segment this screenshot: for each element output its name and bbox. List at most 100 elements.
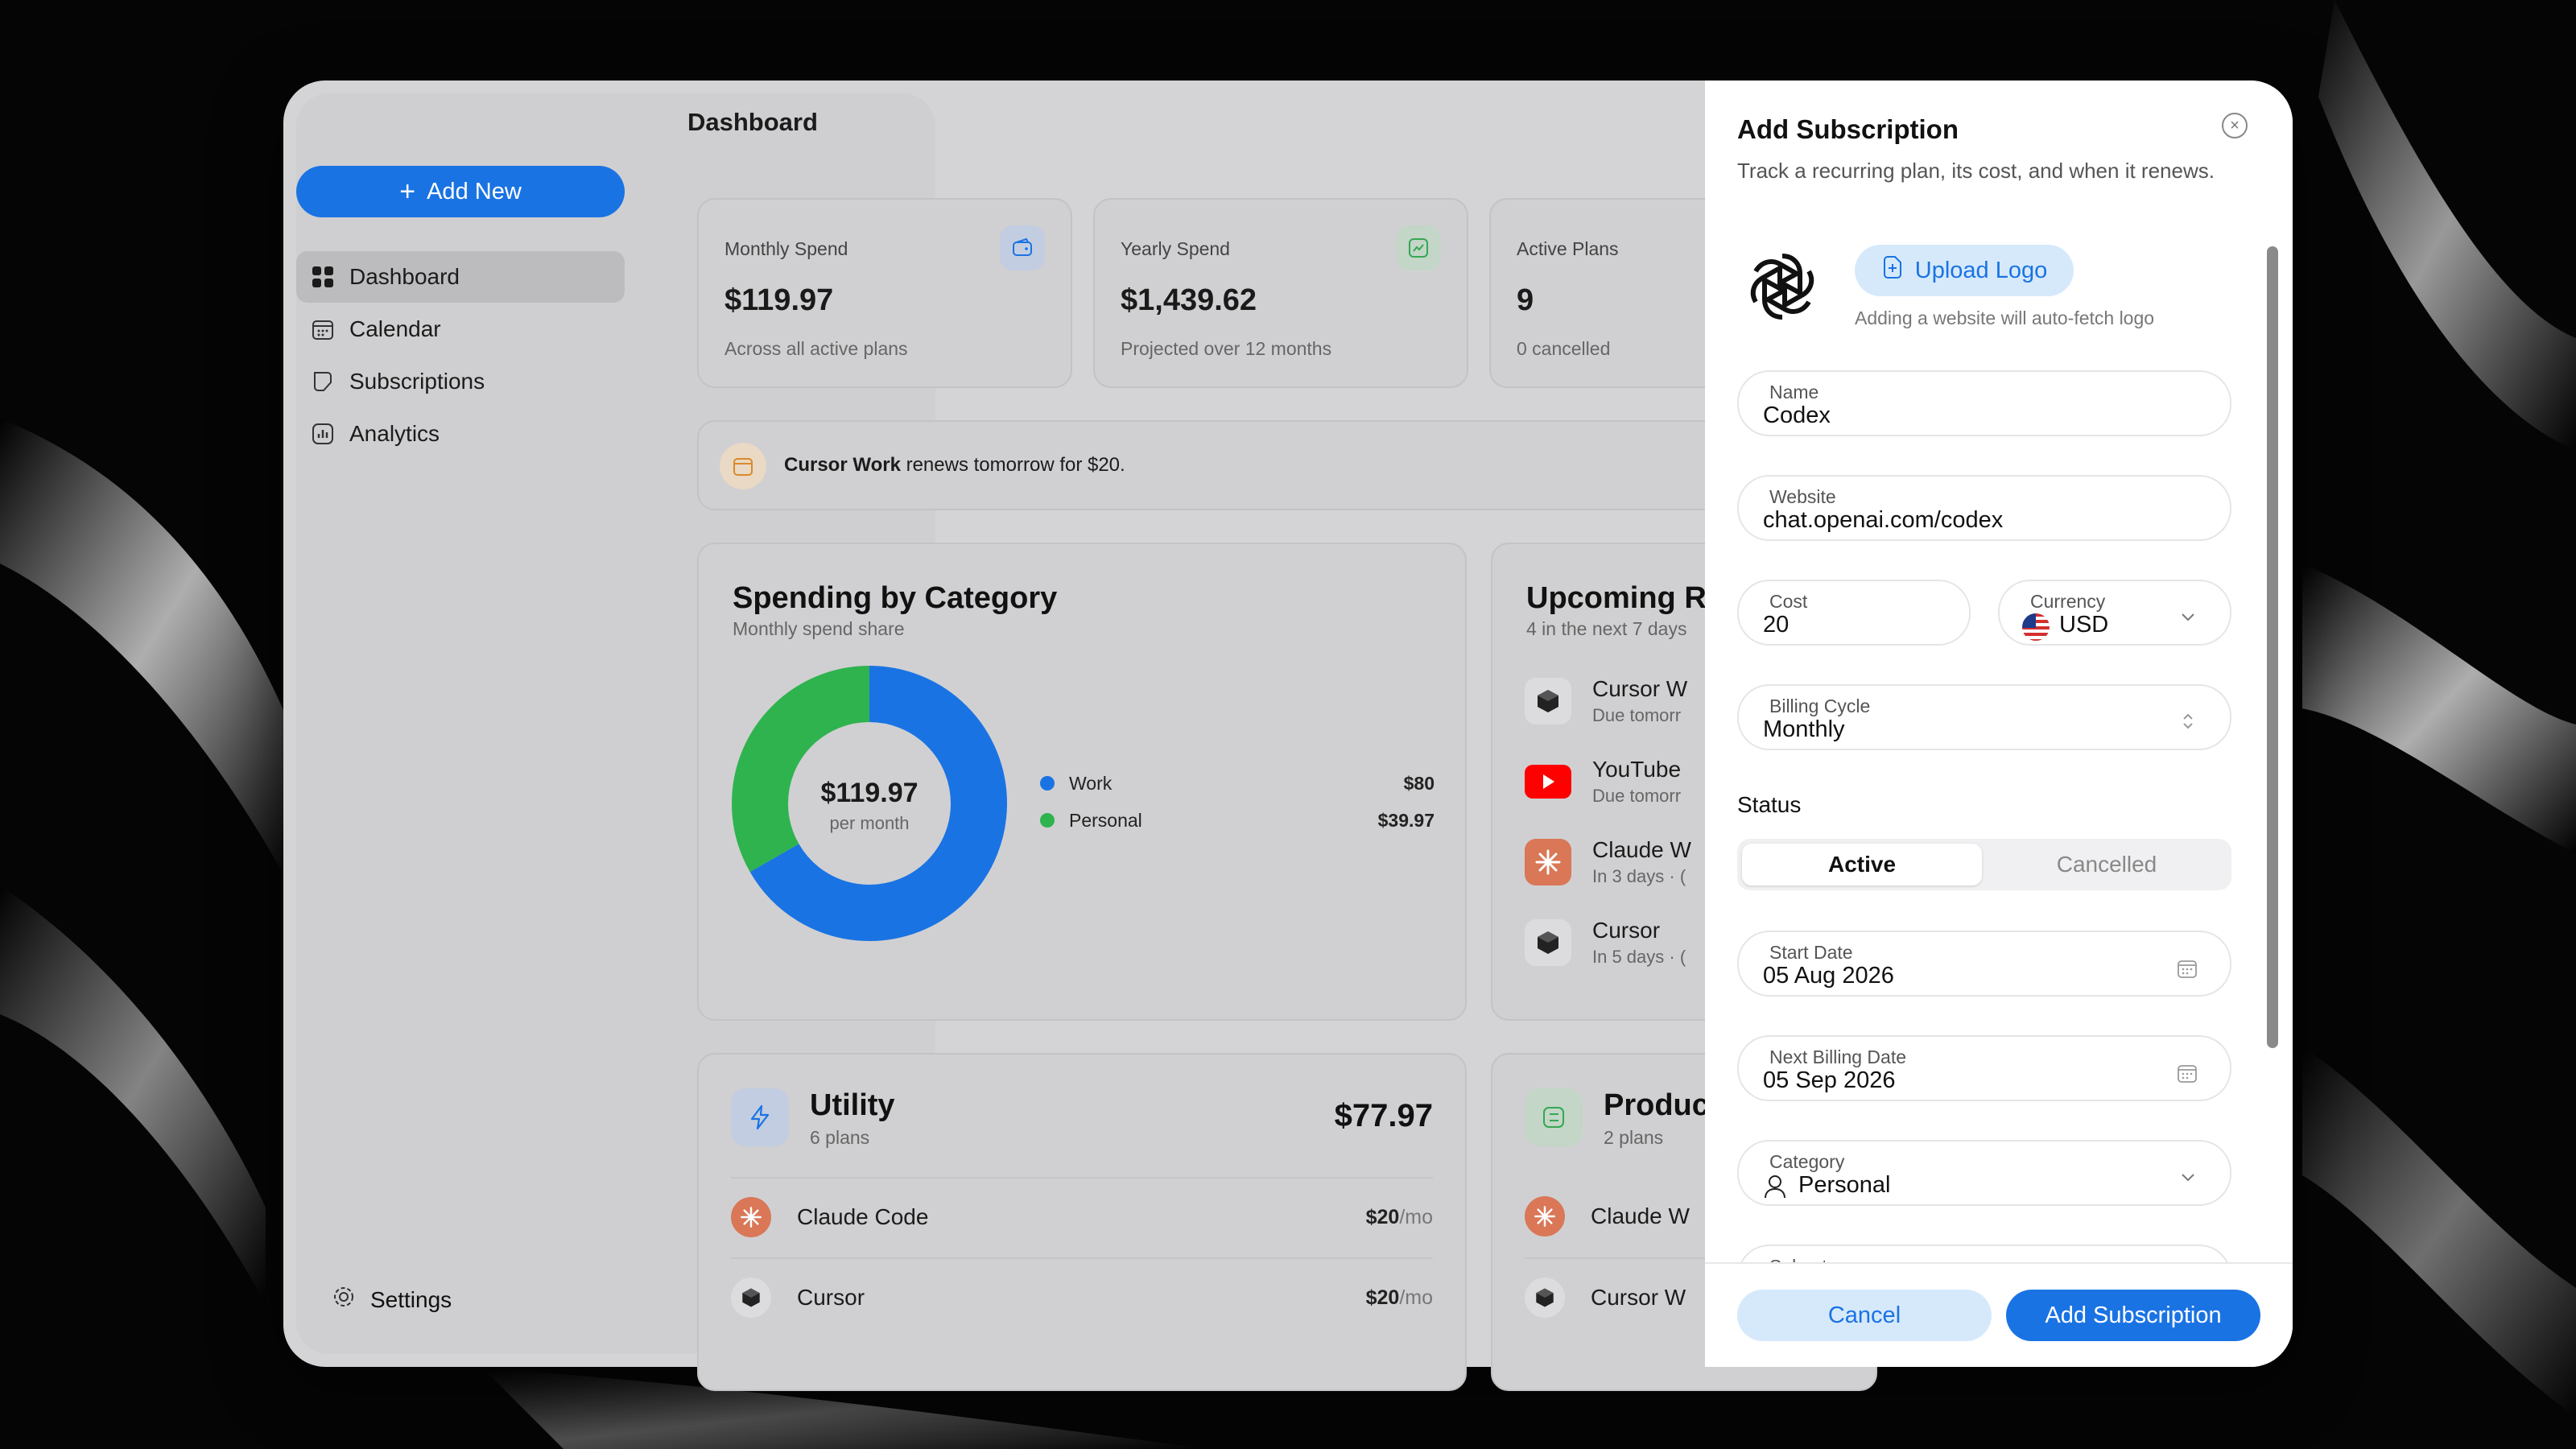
cost-input[interactable]: 20 [1763, 612, 1948, 638]
price-amount: $20 [1365, 1205, 1400, 1228]
subscription-price: $20/mo [1366, 1206, 1433, 1229]
upcoming-name: Claude W [1592, 837, 1691, 862]
upcoming-item[interactable]: Cursor W Due tomorr [1525, 676, 1687, 726]
legend-label: Personal [1069, 809, 1142, 831]
upcoming-name: Cursor W [1592, 676, 1688, 701]
billing-cycle-value: Monthly [1763, 716, 1845, 742]
next-billing-date-field[interactable]: Next Billing Date 05 Sep 2026 [1737, 1035, 2231, 1101]
category-title: Utility [810, 1088, 895, 1122]
cursor-logo-icon [731, 1278, 771, 1318]
start-date-value[interactable]: 05 Aug 2026 [1763, 963, 2182, 989]
field-label: Billing Cycle [1769, 696, 1871, 716]
youtube-logo-icon [1525, 758, 1571, 805]
claude-logo-icon [1525, 1196, 1565, 1236]
settings-button[interactable]: Settings [332, 1285, 452, 1315]
sidebar-item-label: Calendar [349, 316, 441, 341]
plus-icon: + [399, 176, 416, 207]
subscription-row[interactable]: Cursor $20/mo [731, 1257, 1433, 1336]
sidebar-nav: Dashboard Calendar Subscriptions Analyti… [296, 251, 625, 460]
cancel-button[interactable]: Cancel [1737, 1290, 1992, 1341]
billing-cycle-select[interactable]: Billing Cycle Monthly [1737, 684, 2231, 750]
alert-text: Cursor Work renews tomorrow for $20. [784, 454, 1125, 477]
cost-field[interactable]: Cost 20 [1737, 580, 1971, 646]
close-icon[interactable]: × [2222, 113, 2248, 138]
status-label: Status [1737, 792, 1802, 817]
subscription-name: Cursor [797, 1285, 865, 1310]
category-total: $77.97 [1334, 1098, 1433, 1133]
stat-label: Active Plans [1517, 238, 1619, 259]
status-cancelled-option[interactable]: Cancelled [1987, 844, 2227, 886]
calendar-icon[interactable] [2177, 958, 2198, 983]
upcoming-due: Due tomorr [1592, 705, 1682, 725]
field-label: Cost [1769, 591, 1808, 612]
category-value: Personal [1798, 1172, 1891, 1198]
cursor-logo-icon [1525, 678, 1571, 724]
sidebar-item-analytics[interactable]: Analytics [296, 408, 625, 460]
stat-label: Monthly Spend [724, 238, 848, 259]
subscription-row[interactable]: Claude Code $20/mo [731, 1177, 1433, 1256]
upload-logo-button[interactable]: Upload Logo [1855, 245, 2074, 296]
calendar-icon[interactable] [2177, 1063, 2198, 1088]
alert-subscription-name: Cursor Work [784, 454, 901, 476]
field-label: Website [1769, 486, 1836, 507]
section-title: Upcoming Re [1526, 581, 1724, 615]
spending-legend: Work $80 Personal $39.97 [1040, 765, 1435, 839]
utility-category-card: Utility 6 plans $77.97 Claude Code $20/m… [697, 1053, 1467, 1391]
add-new-button[interactable]: + Add New [296, 166, 625, 217]
website-input[interactable]: chat.openai.com/codex [1763, 507, 2182, 534]
upcoming-item[interactable]: Cursor In 5 days · ( [1525, 918, 1686, 968]
section-title: Spending by Category [733, 581, 1058, 615]
upcoming-item[interactable]: Claude W In 3 days · ( [1525, 837, 1691, 887]
website-field[interactable]: Website chat.openai.com/codex [1737, 475, 2231, 541]
price-unit: /mo [1399, 1286, 1433, 1309]
chevron-down-icon [2178, 607, 2198, 630]
settings-label: Settings [370, 1286, 452, 1312]
stat-sub: Across all active plans [724, 338, 908, 359]
legend-dot [1040, 813, 1055, 828]
panel-description: Track a recurring plan, its cost, and wh… [1737, 159, 2215, 183]
status-active-option[interactable]: Active [1742, 844, 1982, 886]
upload-logo-label: Upload Logo [1914, 257, 2048, 283]
name-input[interactable]: Codex [1763, 402, 2182, 429]
person-icon [1763, 1174, 1787, 1203]
us-flag-icon [2022, 613, 2050, 641]
name-field[interactable]: Name Codex [1737, 370, 2231, 436]
spending-by-category-card: Spending by Category Monthly spend share… [697, 543, 1467, 1021]
renewal-alert[interactable]: Cursor Work renews tomorrow for $20. [697, 420, 1824, 510]
stat-sub: 0 cancelled [1517, 338, 1611, 359]
start-date-field[interactable]: Start Date 05 Aug 2026 [1737, 931, 2231, 997]
upload-hint: Adding a website will auto-fetch logo [1855, 308, 2155, 328]
sidebar-item-subscriptions[interactable]: Subscriptions [296, 356, 625, 407]
category-plan-count: 6 plans [810, 1127, 870, 1148]
openai-logo-icon [1740, 245, 1824, 328]
alert-message: renews tomorrow for $20. [900, 454, 1125, 476]
upcoming-item[interactable]: YouTube Due tomorr [1525, 757, 1681, 807]
stat-card-yearly: Yearly Spend $1,439.62 Projected over 12… [1093, 198, 1468, 388]
category-plan-count: 2 plans [1604, 1127, 1664, 1148]
currency-select[interactable]: Currency USD [1998, 580, 2231, 646]
field-label: Start Date [1769, 942, 1853, 963]
cursor-logo-icon [1525, 919, 1571, 966]
category-select[interactable]: Category Personal [1737, 1140, 2231, 1206]
upload-icon [1881, 255, 1904, 286]
upcoming-name: Cursor [1592, 918, 1661, 943]
stat-sub: Projected over 12 months [1121, 338, 1332, 359]
sidebar-item-label: Dashboard [349, 264, 460, 289]
donut-center-sub: per month [829, 813, 910, 833]
trend-icon [1396, 225, 1441, 270]
panel-scrollbar[interactable] [2267, 246, 2278, 1048]
legend-label: Work [1069, 772, 1113, 794]
panel-title: Add Subscription [1737, 114, 1959, 144]
legend-item-work: Work $80 [1040, 765, 1435, 802]
sidebar-item-calendar[interactable]: Calendar [296, 303, 625, 355]
legend-value: $80 [1403, 772, 1435, 794]
sidebar-item-label: Analytics [349, 421, 440, 446]
legend-value: $39.97 [1377, 809, 1435, 831]
subscription-price: $20/mo [1366, 1286, 1433, 1310]
sidebar-item-dashboard[interactable]: Dashboard [296, 251, 625, 303]
add-subscription-button[interactable]: Add Subscription [2006, 1290, 2260, 1341]
field-label: Name [1769, 382, 1819, 402]
stat-value: $1,439.62 [1121, 283, 1257, 317]
grid-icon [311, 265, 335, 289]
next-billing-date-value[interactable]: 05 Sep 2026 [1763, 1067, 2182, 1094]
